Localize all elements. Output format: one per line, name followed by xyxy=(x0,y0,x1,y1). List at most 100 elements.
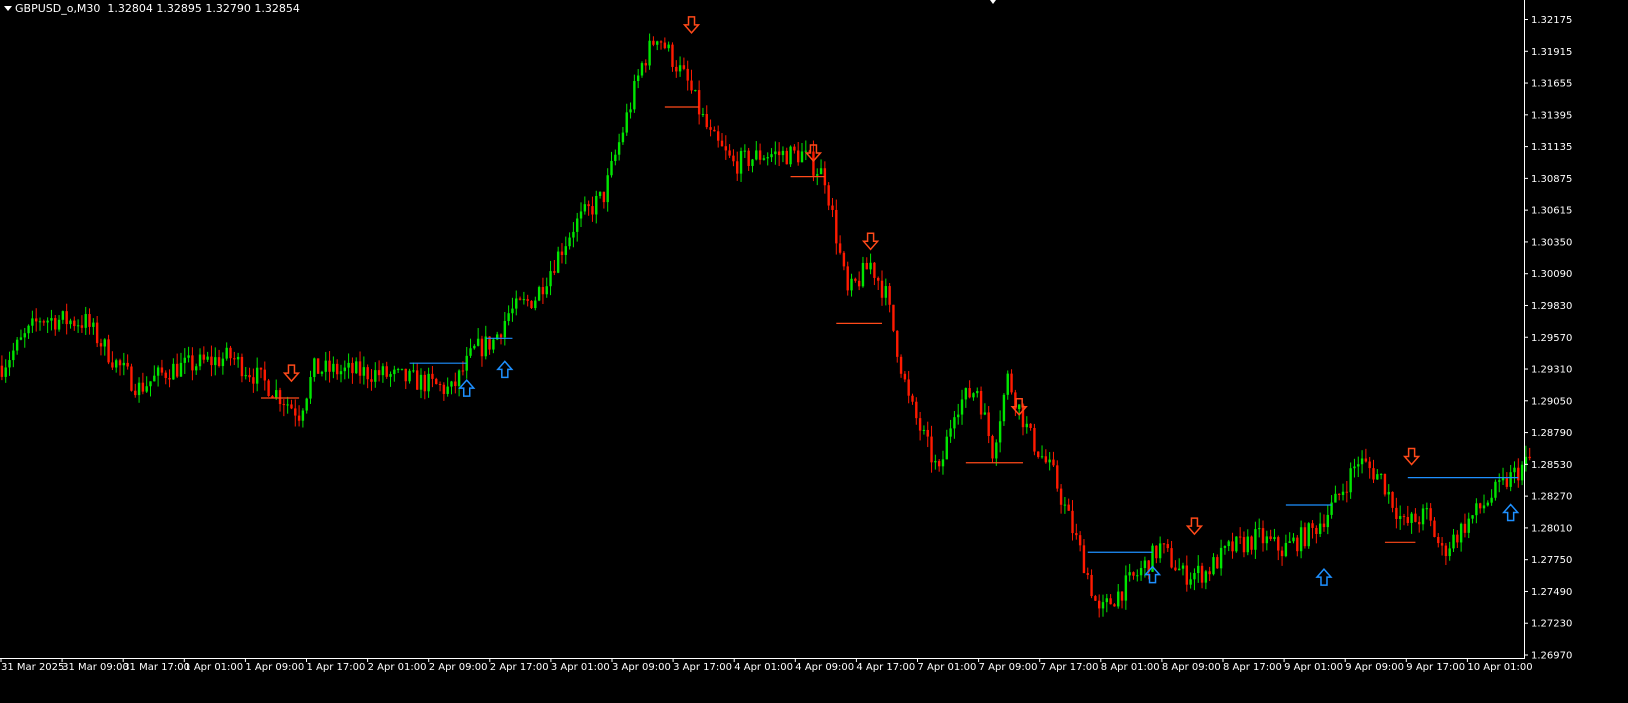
candle-body xyxy=(267,380,270,396)
time-tick-label: 3 Apr 01:00 xyxy=(551,662,610,673)
candle-body xyxy=(50,318,53,321)
candle-body xyxy=(526,299,529,301)
candle-body xyxy=(450,381,453,387)
candle xyxy=(1246,529,1249,556)
candle-body xyxy=(134,390,137,396)
candle xyxy=(1425,502,1429,520)
candles-layer xyxy=(0,33,1531,618)
candle-body xyxy=(1132,572,1135,576)
candle-body xyxy=(107,339,110,363)
candle-body xyxy=(206,356,209,360)
candle-body xyxy=(1269,536,1272,540)
candle xyxy=(629,102,632,119)
candle-body xyxy=(1345,491,1349,493)
candle xyxy=(179,352,183,378)
candle xyxy=(1501,467,1505,485)
candle-body xyxy=(88,314,91,327)
candle xyxy=(73,316,76,331)
candle-body xyxy=(1105,598,1109,603)
candle xyxy=(983,403,987,416)
candle-body xyxy=(560,251,564,255)
candle-body xyxy=(1528,456,1531,459)
candle xyxy=(701,107,705,118)
candle xyxy=(1338,493,1341,501)
candle xyxy=(1349,462,1352,499)
candle-body xyxy=(1063,504,1067,506)
candle xyxy=(842,250,846,271)
candle-body xyxy=(1498,480,1501,482)
time-tick-label: 8 Apr 09:00 xyxy=(1162,662,1221,673)
candle-body xyxy=(663,42,667,49)
candle-body xyxy=(309,377,312,399)
candle xyxy=(869,253,872,275)
sell-arrow-icon xyxy=(1402,447,1421,466)
candle xyxy=(15,336,19,355)
candle-body xyxy=(195,366,198,371)
candle xyxy=(1063,497,1067,514)
candle-body xyxy=(1338,493,1341,495)
candle xyxy=(484,325,487,360)
candle xyxy=(835,199,838,255)
candle-body xyxy=(8,360,11,368)
candle xyxy=(1223,545,1227,555)
candle xyxy=(473,344,476,350)
shift-marker-icon xyxy=(990,0,996,4)
price-chart[interactable]: 1.32175 1.31915 1.31655 1.31395 1.31135 1.308… xyxy=(0,0,1628,703)
candle xyxy=(827,182,830,211)
candle xyxy=(804,140,808,161)
candle xyxy=(229,345,232,366)
candle-body xyxy=(732,155,735,162)
candle xyxy=(796,142,800,166)
candle-body xyxy=(884,286,888,298)
price-tick-label: 1.27750 xyxy=(1531,555,1572,566)
candle xyxy=(1353,458,1356,478)
candle xyxy=(1334,485,1337,503)
candle xyxy=(998,410,1002,453)
candle xyxy=(930,425,933,473)
candle-body xyxy=(869,262,872,270)
price-tick-label: 1.31395 xyxy=(1531,110,1572,121)
candle xyxy=(347,353,350,379)
candle-body xyxy=(1425,508,1429,510)
chart-window[interactable]: GBPUSD_o,M30 1.32804 1.32895 1.32790 1.3… xyxy=(0,0,1628,703)
candle xyxy=(1303,522,1307,549)
candle-body xyxy=(846,266,849,291)
candle xyxy=(92,318,95,335)
candle xyxy=(1391,491,1394,513)
price-tick-label: 1.27490 xyxy=(1531,587,1572,598)
candle xyxy=(846,261,849,296)
candle-body xyxy=(27,325,30,334)
candle-body xyxy=(339,371,343,375)
candle-body xyxy=(743,150,747,152)
candle-body xyxy=(1326,514,1329,528)
candle-body xyxy=(572,231,575,238)
candle xyxy=(659,40,663,50)
candle-body xyxy=(118,360,122,366)
candle xyxy=(598,191,602,199)
candle-body xyxy=(446,386,449,394)
candle-body xyxy=(899,356,903,374)
candle-body xyxy=(1379,473,1383,475)
candle-body xyxy=(716,131,720,141)
time-tick-label: 9 Apr 09:00 xyxy=(1345,662,1404,673)
candle xyxy=(187,346,190,363)
candle-body xyxy=(1048,459,1051,463)
candle-body xyxy=(739,151,743,174)
candle-body xyxy=(678,65,682,72)
candle-body xyxy=(1177,568,1181,571)
candle-body xyxy=(1158,543,1162,559)
candle-body xyxy=(1391,491,1394,508)
candle-body xyxy=(987,412,990,437)
candle xyxy=(1155,545,1158,564)
candle-body xyxy=(1448,548,1451,557)
candle xyxy=(1345,480,1349,503)
candle xyxy=(1311,520,1314,539)
candle xyxy=(1475,498,1478,524)
candle xyxy=(1478,502,1482,514)
candle xyxy=(1322,514,1326,532)
candle-body xyxy=(1101,602,1105,609)
candle-body xyxy=(1421,508,1425,525)
candle-body xyxy=(1334,493,1337,503)
candle xyxy=(1197,555,1200,583)
candle xyxy=(362,356,366,385)
